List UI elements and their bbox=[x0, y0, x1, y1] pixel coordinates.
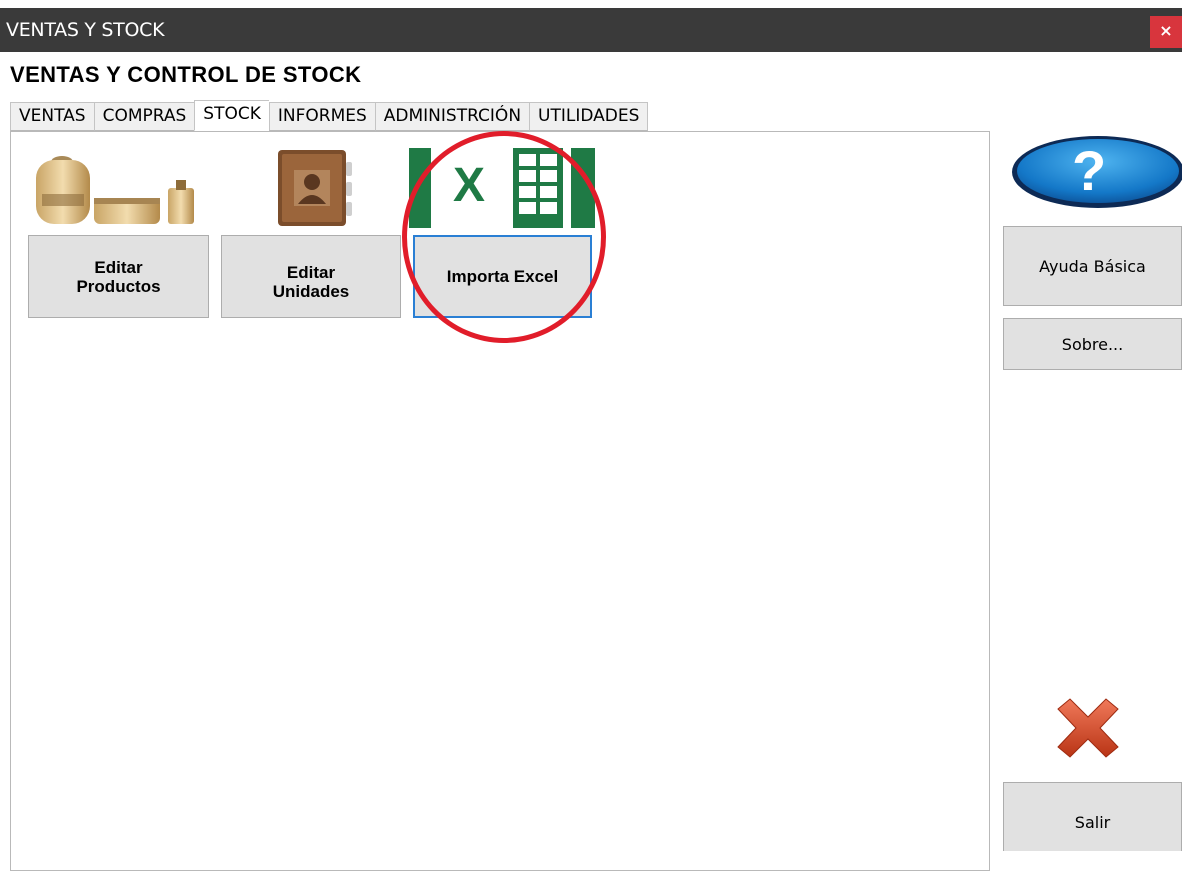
basic-help-button[interactable]: Ayuda Básica bbox=[1003, 226, 1182, 306]
import-excel-button[interactable]: Importa Excel bbox=[413, 235, 592, 318]
exit-label: Salir bbox=[1074, 812, 1111, 832]
products-icon bbox=[36, 156, 194, 224]
tab-administracion[interactable]: ADMINISTRCIÓN bbox=[374, 102, 530, 131]
edit-units-button[interactable]: Editar Unidades bbox=[221, 235, 401, 318]
tab-informes[interactable]: INFORMES bbox=[268, 102, 375, 131]
address-book-icon bbox=[278, 150, 352, 226]
help-icon[interactable]: ? bbox=[1000, 133, 1182, 211]
exit-button[interactable]: Salir bbox=[1003, 782, 1182, 851]
about-button[interactable]: Sobre... bbox=[1003, 318, 1182, 370]
about-label: Sobre... bbox=[1061, 334, 1124, 354]
edit-products-label-2: Productos bbox=[76, 276, 161, 296]
edit-products-button[interactable]: Editar Productos bbox=[28, 235, 209, 318]
tab-utilidades[interactable]: UTILIDADES bbox=[529, 102, 649, 131]
help-question-glyph: ? bbox=[1072, 139, 1107, 202]
window-title: VENTAS Y STOCK bbox=[6, 19, 165, 41]
tab-ventas[interactable]: VENTAS bbox=[10, 102, 94, 131]
exit-x-icon bbox=[1057, 698, 1119, 758]
excel-icon: X bbox=[409, 148, 595, 228]
close-window-button[interactable]: × bbox=[1150, 16, 1182, 48]
basic-help-label: Ayuda Básica bbox=[1039, 256, 1146, 276]
window-titlebar: VENTAS Y STOCK × bbox=[0, 8, 1182, 52]
edit-products-label-1: Editar bbox=[94, 257, 143, 277]
import-excel-label: Importa Excel bbox=[446, 267, 559, 286]
tab-compras[interactable]: COMPRAS bbox=[93, 102, 195, 131]
edit-units-label-2: Unidades bbox=[272, 281, 350, 301]
tab-stock[interactable]: STOCK bbox=[194, 100, 269, 131]
main-tabs: VENTAS COMPRAS STOCK INFORMES ADMINISTRC… bbox=[10, 100, 649, 131]
excel-letter: X bbox=[453, 159, 486, 212]
app-heading: VENTAS Y CONTROL DE STOCK bbox=[10, 62, 362, 87]
edit-units-label-1: Editar bbox=[286, 262, 336, 282]
